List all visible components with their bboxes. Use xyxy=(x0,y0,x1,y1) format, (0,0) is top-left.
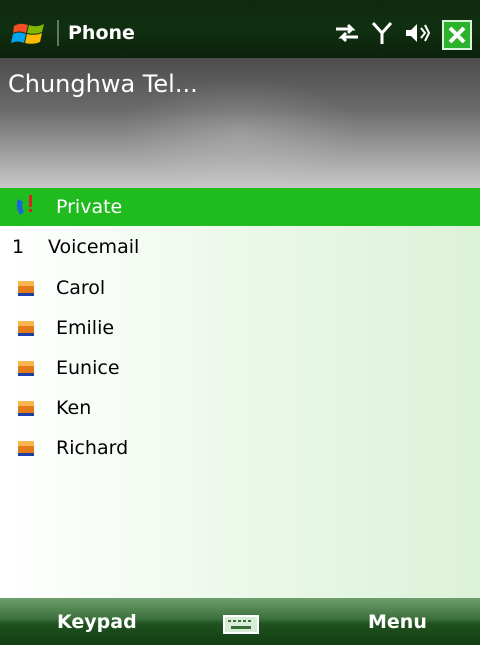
list-item-voicemail[interactable]: 1 Voicemail xyxy=(0,227,480,267)
start-menu-icon[interactable] xyxy=(10,18,50,50)
list-item-ken[interactable]: Ken xyxy=(0,388,480,428)
contact-list: Private 1 Voicemail Carol Emilie Eunice … xyxy=(0,188,480,598)
close-icon[interactable] xyxy=(442,20,472,50)
list-item-label: Emilie xyxy=(56,317,115,339)
softkey-bar: Keypad Menu xyxy=(0,598,480,645)
status-bar: Phone xyxy=(0,0,480,58)
contact-card-icon xyxy=(12,434,40,462)
carrier-banner: Chunghwa Tel... xyxy=(0,58,480,188)
menu-softkey[interactable]: Menu xyxy=(368,611,427,633)
keyboard-icon[interactable] xyxy=(223,615,259,639)
list-item-label: Eunice xyxy=(56,357,120,379)
title-separator xyxy=(57,20,59,46)
contact-card-icon xyxy=(12,354,40,382)
keypad-softkey[interactable]: Keypad xyxy=(57,611,137,633)
list-item-carol[interactable]: Carol xyxy=(0,268,480,308)
list-item-label: Private xyxy=(56,196,123,218)
contact-card-icon xyxy=(12,274,40,302)
status-icons xyxy=(322,18,472,52)
list-item-label: Richard xyxy=(56,437,129,459)
list-item-private[interactable]: Private xyxy=(0,188,480,226)
speed-dial-number: 1 xyxy=(12,236,25,258)
list-item-richard[interactable]: Richard xyxy=(0,428,480,468)
list-item-label: Voicemail xyxy=(48,236,140,258)
app-title: Phone xyxy=(68,22,135,44)
signal-icon[interactable] xyxy=(371,21,393,49)
list-item-label: Carol xyxy=(56,277,106,299)
speaker-icon[interactable] xyxy=(404,21,431,49)
list-item-emilie[interactable]: Emilie xyxy=(0,308,480,348)
carrier-name: Chunghwa Tel... xyxy=(8,70,198,98)
missed-call-icon xyxy=(12,193,40,221)
list-item-label: Ken xyxy=(56,397,92,419)
list-item-eunice[interactable]: Eunice xyxy=(0,348,480,388)
contact-card-icon xyxy=(12,394,40,422)
contact-card-icon xyxy=(12,314,40,342)
data-connection-icon[interactable] xyxy=(334,22,360,48)
